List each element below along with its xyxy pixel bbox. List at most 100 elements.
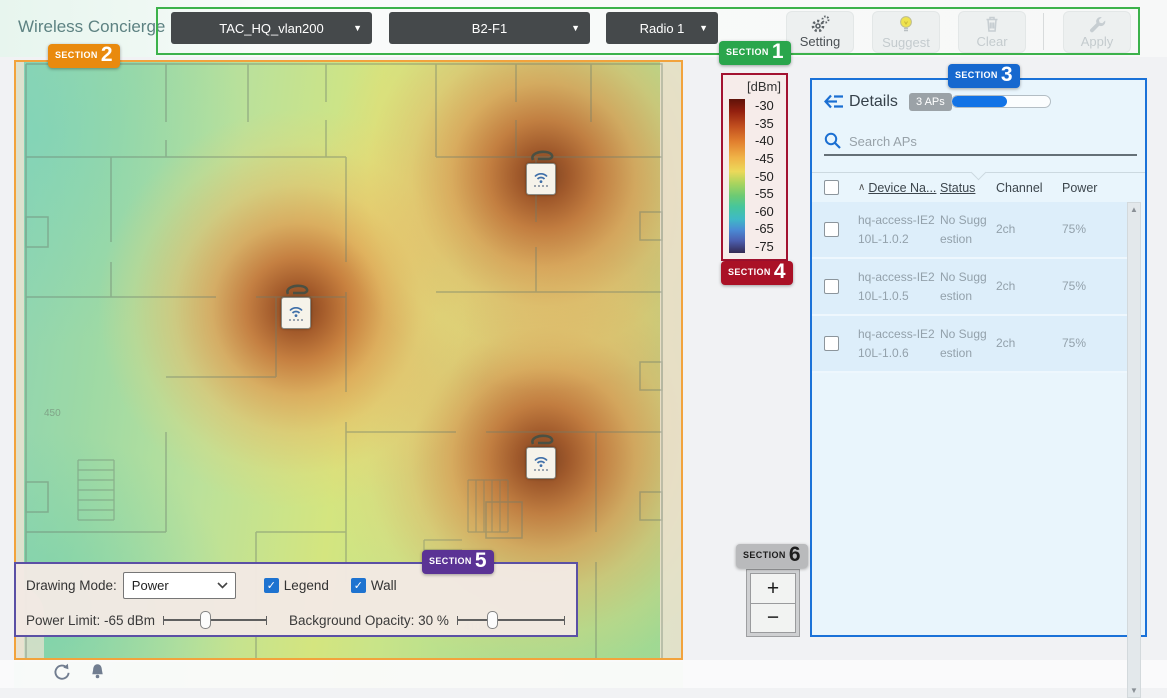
cell-device-name: hq-access-IE210L-1.0.5: [858, 268, 938, 306]
chevron-down-icon: ▼: [353, 23, 362, 33]
clear-button[interactable]: Clear: [958, 11, 1026, 53]
cell-channel: 2ch: [996, 334, 1062, 353]
select-all-checkbox[interactable]: [824, 180, 839, 195]
zoom-in-button[interactable]: +: [750, 573, 796, 603]
access-point-2[interactable]: [281, 284, 315, 330]
wifi-icon: [287, 305, 305, 318]
network-dropdown[interactable]: TAC_HQ_vlan200 ▼: [171, 12, 372, 44]
ap-ports: [534, 185, 548, 187]
refresh-icon[interactable]: [52, 663, 71, 682]
search-aps-input[interactable]: Search APs: [849, 134, 917, 149]
ap-details-panel: Details 3 APs Search APs ∧ Device Na... …: [810, 78, 1147, 637]
access-point-3[interactable]: [526, 434, 560, 480]
header-status[interactable]: Status: [940, 181, 996, 195]
apply-button-label: Apply: [1081, 34, 1114, 49]
drawing-mode-select[interactable]: Power: [123, 572, 236, 599]
trash-icon: [984, 15, 1000, 33]
dbm-legend: [dBm] -30 -35 -40 -45 -50 -55 -60 -65 -7…: [721, 73, 788, 261]
legend-checkbox[interactable]: ✓: [264, 578, 279, 593]
wifi-icon: [532, 455, 550, 468]
suggest-button[interactable]: Suggest: [872, 11, 940, 53]
wall-checkbox-label: Wall: [371, 578, 397, 593]
wrench-icon: [1088, 15, 1106, 33]
cell-channel: 2ch: [996, 277, 1062, 296]
section-2-badge: SECTION2: [48, 44, 120, 68]
zoom-out-button[interactable]: −: [750, 603, 796, 633]
table-scrollbar[interactable]: ▲ ▼: [1127, 202, 1141, 698]
legend-tick: -45: [751, 152, 785, 165]
ap-antenna-icon: [530, 434, 556, 447]
row-checkbox[interactable]: [824, 279, 839, 294]
ap-ports: [534, 469, 548, 471]
progress-bar[interactable]: [951, 95, 1051, 108]
table-row[interactable]: hq-access-IE210L-1.0.6 No Suggestion 2ch…: [812, 316, 1130, 373]
ap-count-badge: 3 APs: [909, 93, 952, 111]
section-4-badge: SECTION4: [721, 261, 793, 285]
section-6-badge: SECTION6: [736, 544, 808, 568]
table-row[interactable]: hq-access-IE210L-1.0.2 No Suggestion 2ch…: [812, 202, 1130, 259]
cell-status: No Suggestion: [940, 211, 990, 249]
header-power: Power: [1062, 181, 1132, 195]
background-opacity-slider-thumb[interactable]: [487, 611, 498, 629]
power-limit-slider-thumb[interactable]: [200, 611, 211, 629]
ap-antenna-icon: [530, 150, 556, 163]
room-label: 450: [44, 408, 61, 419]
apply-button[interactable]: Apply: [1063, 11, 1131, 53]
ap-ports: [289, 319, 303, 321]
legend-tick: -55: [751, 187, 785, 200]
cell-device-name: hq-access-IE210L-1.0.2: [858, 211, 938, 249]
drawing-mode-label: Drawing Mode:: [26, 578, 117, 593]
cell-power: 75%: [1062, 220, 1130, 239]
progress-fill: [952, 96, 1007, 107]
background-opacity-label: Background Opacity: 30 %: [289, 613, 449, 628]
legend-tick: -35: [751, 117, 785, 130]
suggest-button-label: Suggest: [882, 35, 930, 50]
power-limit-slider[interactable]: [163, 610, 267, 630]
scroll-down-icon[interactable]: ▼: [1128, 686, 1140, 695]
top-bar: Wireless Concierge TAC_HQ_vlan200 ▼ B2-F…: [0, 0, 1167, 57]
cell-power: 75%: [1062, 334, 1130, 353]
row-checkbox[interactable]: [824, 222, 839, 237]
scroll-up-icon[interactable]: ▲: [1128, 205, 1140, 214]
table-row[interactable]: hq-access-IE210L-1.0.5 No Suggestion 2ch…: [812, 259, 1130, 316]
search-icon: [824, 132, 841, 149]
table-header-row: ∧ Device Na... Status Channel Power: [812, 173, 1132, 202]
bell-icon[interactable]: [90, 663, 105, 680]
legend-tick: -75: [751, 240, 785, 253]
cell-status: No Suggestion: [940, 268, 990, 306]
setting-button-label: Setting: [800, 34, 840, 49]
row-checkbox[interactable]: [824, 336, 839, 351]
app-title: Wireless Concierge: [18, 17, 165, 37]
radio-dropdown-value: Radio 1: [640, 21, 685, 36]
ap-device-icon: [526, 163, 556, 195]
cell-power: 75%: [1062, 277, 1130, 296]
sort-asc-icon: ∧: [858, 182, 865, 193]
legend-gradient-bar: [729, 99, 745, 253]
section-3-badge: SECTION3: [948, 64, 1020, 88]
header-device-name[interactable]: ∧ Device Na...: [858, 181, 940, 195]
wall-checkbox[interactable]: ✓: [351, 578, 366, 593]
lightbulb-icon: [898, 15, 914, 34]
gear-icon: [809, 15, 831, 33]
access-point-1[interactable]: [526, 150, 560, 196]
legend-tick: -40: [751, 134, 785, 147]
collapse-arrow-left-icon[interactable]: [824, 94, 844, 109]
cell-device-name: hq-access-IE210L-1.0.6: [858, 325, 938, 363]
header-channel: Channel: [996, 181, 1062, 195]
clear-button-label: Clear: [976, 34, 1007, 49]
background-opacity-slider[interactable]: [457, 610, 565, 630]
network-dropdown-value: TAC_HQ_vlan200: [219, 21, 324, 36]
power-limit-label: Power Limit: -65 dBm: [26, 613, 155, 628]
floor-dropdown[interactable]: B2-F1 ▼: [389, 12, 590, 44]
search-underline: [824, 154, 1137, 156]
chevron-down-icon: ▼: [571, 23, 580, 33]
details-title: Details: [849, 93, 898, 111]
ap-table-body: hq-access-IE210L-1.0.2 No Suggestion 2ch…: [812, 202, 1130, 373]
ap-antenna-icon: [285, 284, 311, 297]
chevron-down-icon: ▼: [699, 23, 708, 33]
setting-button[interactable]: Setting: [786, 11, 854, 53]
drawing-controls-panel: Drawing Mode: Power ✓ Legend ✓ Wall Powe…: [14, 562, 578, 637]
chevron-down-icon: [217, 582, 228, 589]
radio-dropdown[interactable]: Radio 1 ▼: [606, 12, 718, 44]
section-5-badge: SECTION5: [422, 550, 494, 574]
